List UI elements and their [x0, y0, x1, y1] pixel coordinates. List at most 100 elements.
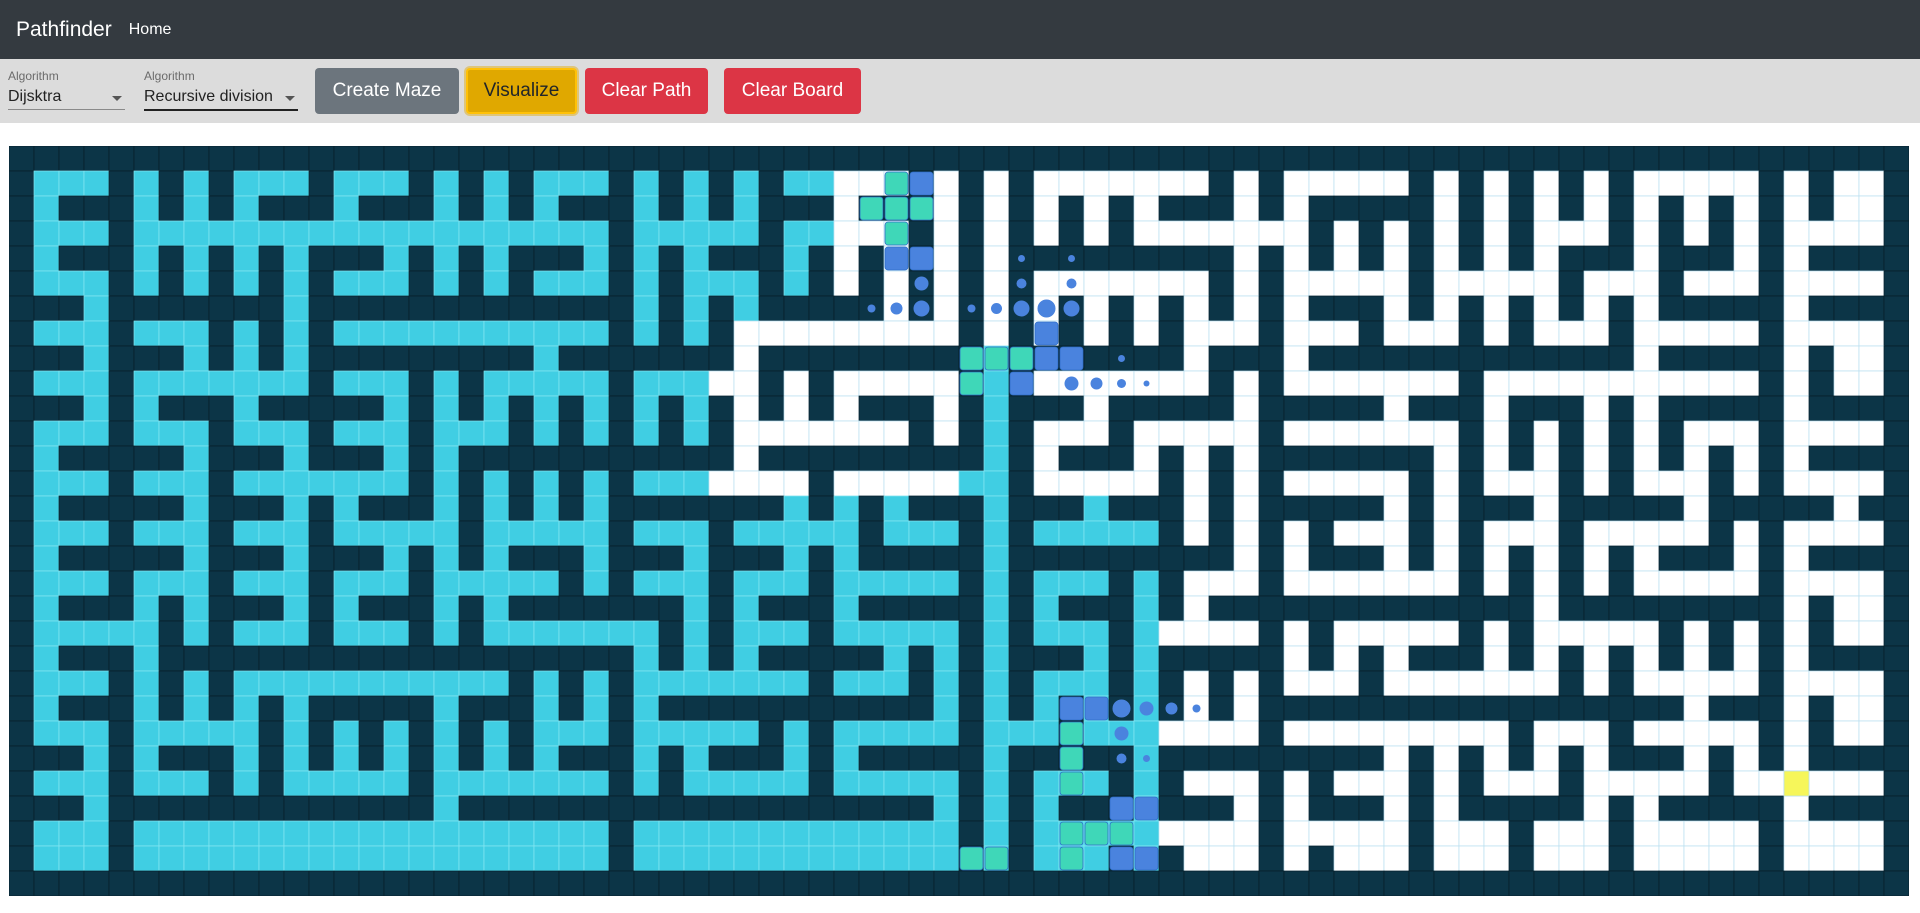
grid-cell[interactable] — [733, 295, 760, 322]
grid-cell[interactable] — [1633, 570, 1660, 597]
grid-cell[interactable] — [1358, 420, 1385, 447]
grid-cell[interactable] — [1508, 520, 1535, 547]
grid-cell[interactable] — [1058, 570, 1085, 597]
grid-cell[interactable] — [1083, 270, 1110, 297]
grid-cell[interactable] — [383, 820, 410, 847]
grid-cell[interactable] — [908, 595, 935, 622]
grid-cell[interactable] — [33, 245, 60, 272]
grid-cell[interactable] — [1333, 320, 1360, 347]
grid-cell[interactable] — [1833, 195, 1860, 222]
grid-cell[interactable] — [1333, 820, 1360, 847]
grid-cell[interactable] — [1258, 595, 1285, 622]
grid-cell[interactable] — [858, 745, 885, 772]
grid-cell[interactable] — [608, 245, 635, 272]
grid-cell[interactable] — [858, 870, 885, 896]
grid-cell[interactable] — [1383, 720, 1410, 747]
grid-cell[interactable] — [1058, 220, 1085, 247]
grid-cell[interactable] — [58, 395, 85, 422]
grid-cell[interactable] — [558, 670, 585, 697]
grid-cell[interactable] — [1008, 495, 1035, 522]
grid-cell[interactable] — [1883, 395, 1909, 422]
grid-cell[interactable] — [258, 345, 285, 372]
grid-cell[interactable] — [733, 870, 760, 896]
grid-cell[interactable] — [858, 820, 885, 847]
grid-cell[interactable] — [883, 270, 910, 297]
grid-cell[interactable] — [233, 370, 260, 397]
grid-cell[interactable] — [658, 370, 685, 397]
grid-cell[interactable] — [1308, 770, 1335, 797]
grid-cell[interactable] — [108, 270, 135, 297]
grid-cell[interactable] — [333, 170, 360, 197]
grid-cell[interactable] — [283, 445, 310, 472]
grid-cell[interactable] — [1033, 470, 1060, 497]
grid-cell[interactable] — [1633, 220, 1660, 247]
grid-cell[interactable] — [508, 770, 535, 797]
grid-cell[interactable] — [1208, 620, 1235, 647]
grid-cell[interactable] — [9, 520, 35, 547]
grid-cell[interactable] — [1033, 820, 1060, 847]
grid-cell[interactable] — [1608, 146, 1635, 172]
grid-cell[interactable] — [1083, 870, 1110, 896]
grid-cell[interactable] — [458, 195, 485, 222]
grid-cell[interactable] — [33, 695, 60, 722]
grid-cell[interactable] — [133, 445, 160, 472]
grid-cell[interactable] — [1333, 270, 1360, 297]
grid-cell[interactable] — [1283, 520, 1310, 547]
grid-cell[interactable] — [458, 245, 485, 272]
grid-cell[interactable] — [1358, 370, 1385, 397]
grid-cell[interactable] — [383, 245, 410, 272]
grid-cell[interactable] — [708, 146, 735, 172]
grid-cell[interactable] — [858, 670, 885, 697]
grid-cell[interactable] — [1458, 795, 1485, 822]
grid-cell[interactable] — [583, 345, 610, 372]
grid-cell[interactable] — [183, 195, 210, 222]
grid-cell[interactable] — [358, 445, 385, 472]
grid-cell[interactable] — [508, 395, 535, 422]
grid-cell[interactable] — [383, 670, 410, 697]
grid-cell[interactable] — [1758, 470, 1785, 497]
grid-cell[interactable] — [1633, 720, 1660, 747]
grid-cell[interactable] — [158, 195, 185, 222]
grid-cell[interactable] — [883, 320, 910, 347]
grid-cell[interactable] — [83, 170, 110, 197]
grid-cell[interactable] — [1183, 345, 1210, 372]
grid-cell[interactable] — [208, 595, 235, 622]
grid-cell[interactable] — [1458, 620, 1485, 647]
grid-cell[interactable] — [483, 195, 510, 222]
grid-cell[interactable] — [1183, 445, 1210, 472]
grid-cell[interactable] — [783, 645, 810, 672]
grid-cell[interactable] — [1208, 695, 1235, 722]
grid-cell[interactable] — [1158, 170, 1185, 197]
grid-cell[interactable] — [658, 320, 685, 347]
grid-cell[interactable] — [658, 445, 685, 472]
grid-cell[interactable] — [583, 570, 610, 597]
grid-cell[interactable] — [783, 795, 810, 822]
grid-cell[interactable] — [458, 220, 485, 247]
grid-cell[interactable] — [1283, 545, 1310, 572]
grid-cell[interactable] — [1708, 170, 1735, 197]
grid-cell[interactable] — [1158, 845, 1185, 872]
grid-cell[interactable] — [1308, 195, 1335, 222]
grid-cell[interactable] — [808, 695, 835, 722]
grid-cell[interactable] — [1783, 395, 1810, 422]
grid-cell[interactable] — [208, 370, 235, 397]
grid-cell[interactable] — [233, 270, 260, 297]
grid-cell[interactable] — [1783, 370, 1810, 397]
grid-cell[interactable] — [733, 645, 760, 672]
grid-cell[interactable] — [683, 795, 710, 822]
grid-cell[interactable] — [283, 595, 310, 622]
grid-cell[interactable] — [883, 720, 910, 747]
grid-cell[interactable] — [1783, 445, 1810, 472]
grid-cell[interactable] — [458, 495, 485, 522]
grid-cell[interactable] — [133, 870, 160, 896]
grid-cell[interactable] — [1708, 320, 1735, 347]
grid-cell[interactable] — [808, 645, 835, 672]
grid-cell[interactable] — [1283, 770, 1310, 797]
grid-cell[interactable] — [783, 320, 810, 347]
grid-cell[interactable] — [1233, 195, 1260, 222]
grid-cell[interactable] — [358, 770, 385, 797]
grid-cell[interactable] — [1358, 146, 1385, 172]
grid-cell[interactable] — [708, 195, 735, 222]
grid-cell[interactable] — [833, 195, 860, 222]
grid-cell[interactable] — [808, 720, 835, 747]
